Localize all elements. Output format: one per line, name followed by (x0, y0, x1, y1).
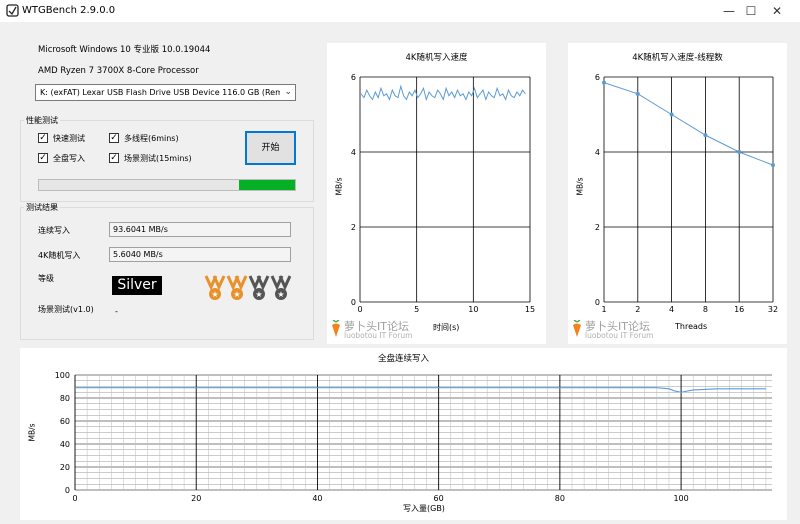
x-tick-label: 0 (357, 305, 362, 314)
series-line (603, 82, 774, 166)
x-tick-label: 80 (555, 494, 565, 503)
y-tick-label: 6 (351, 73, 356, 82)
x-tick-label: 8 (703, 305, 708, 314)
y-tick-label: 20 (60, 463, 70, 472)
y-tick-label: 2 (351, 223, 356, 232)
y-tick-label: 0 (595, 298, 600, 307)
chart3-ylabel: MB/s (27, 423, 37, 442)
chart2-xlabel: Threads (675, 322, 708, 331)
x-tick-label: 32 (768, 305, 778, 314)
chart1-xlabel: 时间(s) (433, 323, 460, 332)
x-tick-label: 15 (525, 305, 535, 314)
carrot-logo-icon (332, 320, 340, 337)
x-tick-label: 1 (601, 305, 606, 314)
data-point (635, 91, 640, 96)
x-tick-label: 2 (635, 305, 640, 314)
data-point (771, 163, 775, 168)
x-tick-label: 4 (669, 305, 674, 314)
data-point (602, 80, 606, 85)
x-tick-label: 5 (414, 305, 419, 314)
x-tick-label: 100 (673, 494, 688, 503)
y-tick-label: 4 (595, 148, 600, 157)
chart3-xlabel: 写入量(GB) (403, 504, 445, 513)
y-tick-label: 2 (595, 223, 600, 232)
x-tick-label: 0 (72, 494, 77, 503)
y-tick-label: 60 (60, 417, 70, 426)
data-point (737, 150, 742, 154)
y-tick-label: 80 (60, 394, 70, 403)
watermark-sub: luobotou IT Forum (344, 331, 413, 340)
y-tick-label: 0 (351, 298, 356, 307)
data-point (669, 112, 674, 117)
chart2-ylabel: MB/s (575, 177, 585, 196)
x-tick-label: 10 (468, 305, 478, 314)
x-tick-label: 20 (191, 494, 201, 503)
y-tick-label: 40 (60, 440, 70, 449)
chart1-ylabel: MB/s (334, 177, 344, 196)
data-point (703, 133, 708, 138)
series-line (75, 387, 766, 393)
series-line (360, 84, 526, 102)
y-tick-label: 4 (351, 148, 356, 157)
y-tick-label: 0 (65, 486, 70, 495)
x-tick-label: 60 (434, 494, 444, 503)
y-tick-label: 6 (595, 73, 600, 82)
x-tick-label: 16 (734, 305, 744, 314)
x-tick-label: 40 (312, 494, 322, 503)
carrot-logo-icon (573, 320, 581, 337)
charts-svg: 02460 5 10 1502461 2 4 8 16 320204060801000 20 40 6… (55, 73, 778, 503)
y-tick-label: 100 (55, 371, 70, 380)
watermark-sub: luobotou IT Forum (585, 331, 654, 340)
